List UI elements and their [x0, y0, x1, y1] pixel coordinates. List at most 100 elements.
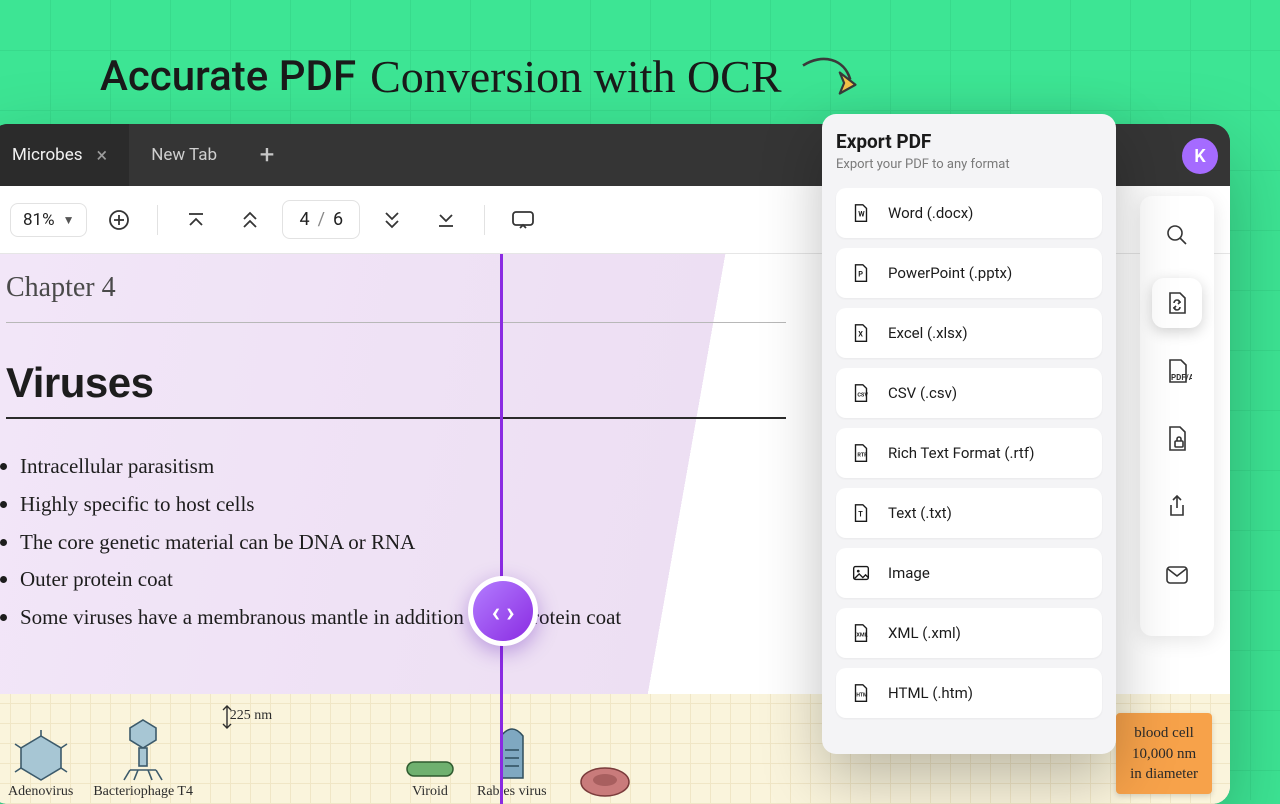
share-tool[interactable] — [1152, 482, 1202, 532]
list-item: Some viruses have a membranous mantle in… — [20, 598, 786, 636]
export-subtitle: Export your PDF to any format — [836, 157, 1102, 172]
user-avatar[interactable]: K — [1182, 138, 1218, 174]
separator — [157, 205, 158, 235]
document-content: Chapter 4 Viruses Intracellular parasiti… — [6, 272, 786, 636]
svg-text:T: T — [858, 510, 863, 519]
list-item: Intracellular parasitism — [20, 447, 786, 485]
diagram-label: Bacteriophage T4 — [93, 784, 193, 800]
format-label: XML (.xml) — [888, 624, 961, 642]
svg-text:CSV: CSV — [857, 393, 868, 399]
format-label: Word (.docx) — [888, 204, 973, 222]
csv-file-icon: CSV — [850, 382, 872, 404]
bullet-list: Intracellular parasitism Highly specific… — [6, 447, 786, 636]
first-page-button[interactable] — [174, 198, 218, 242]
export-option-excel[interactable]: X Excel (.xlsx) — [836, 308, 1102, 358]
card-line: 10,000 nm — [1130, 744, 1198, 764]
zoom-in-button[interactable] — [97, 198, 141, 242]
tab-microbes[interactable]: Microbes × — [0, 124, 129, 186]
export-title: Export PDF — [836, 130, 1102, 153]
list-item: The core genetic material can be DNA or … — [20, 523, 786, 561]
export-option-word[interactable]: W Word (.docx) — [836, 188, 1102, 238]
image-file-icon — [850, 562, 872, 584]
hero-bold: Accurate PDF — [100, 52, 356, 101]
diagram-label: Viroid — [412, 784, 448, 800]
search-icon — [1164, 222, 1190, 248]
page-sep: / — [318, 209, 325, 230]
tab-label: New Tab — [151, 145, 217, 165]
diagram-rabies: Rabies virus — [477, 720, 547, 800]
zoom-dropdown[interactable]: 81% ▼ — [10, 203, 87, 237]
compare-slider-handle[interactable] — [468, 576, 538, 646]
diagram-scale: 225 nm — [213, 702, 273, 748]
diagram-rbc — [575, 754, 635, 800]
close-icon[interactable]: × — [97, 143, 108, 167]
format-label: Excel (.xlsx) — [888, 324, 968, 342]
html-file-icon: HTM — [850, 682, 872, 704]
rtf-file-icon: RTF — [850, 442, 872, 464]
diagram-bacteriophage: Bacteriophage T4 — [93, 716, 193, 800]
scale-label: 225 nm — [230, 708, 272, 724]
prev-page-button[interactable] — [228, 198, 272, 242]
svg-text:P: P — [858, 270, 863, 279]
convert-tool[interactable] — [1152, 278, 1202, 328]
svg-text:X: X — [858, 330, 863, 339]
compare-slider-line — [500, 254, 503, 804]
diagram-rbc-card: blood cell 10,000 nm in diameter — [1116, 713, 1212, 794]
export-option-html[interactable]: HTM HTML (.htm) — [836, 668, 1102, 718]
list-item: Outer protein coat — [20, 560, 786, 598]
format-label: Text (.txt) — [888, 504, 952, 522]
diagram-adenovirus: Adenovirus — [8, 730, 73, 800]
export-format-list: W Word (.docx) P PowerPoint (.pptx) X Ex… — [836, 188, 1102, 718]
caret-down-icon: ▼ — [63, 213, 75, 227]
excel-file-icon: X — [850, 322, 872, 344]
export-option-powerpoint[interactable]: P PowerPoint (.pptx) — [836, 248, 1102, 298]
tab-new[interactable]: New Tab — [129, 124, 239, 186]
avatar-initial: K — [1194, 146, 1205, 167]
curved-arrow-icon — [796, 48, 866, 104]
share-icon — [1164, 493, 1190, 521]
protect-tool[interactable] — [1152, 414, 1202, 464]
powerpoint-file-icon: P — [850, 262, 872, 284]
presentation-button[interactable] — [501, 198, 545, 242]
next-page-button[interactable] — [370, 198, 414, 242]
plus-circle-icon — [107, 208, 131, 232]
page-indicator[interactable]: 4 / 6 — [282, 200, 360, 239]
export-option-rtf[interactable]: RTF Rich Text Format (.rtf) — [836, 428, 1102, 478]
text-file-icon: T — [850, 502, 872, 524]
chevron-top-icon — [184, 208, 208, 232]
word-file-icon: W — [850, 202, 872, 224]
add-tab-button[interactable]: + — [239, 124, 295, 186]
hero-title: Accurate PDF Conversion with OCR — [100, 48, 866, 104]
format-label: PowerPoint (.pptx) — [888, 264, 1012, 282]
export-option-text[interactable]: T Text (.txt) — [836, 488, 1102, 538]
separator — [484, 205, 485, 235]
tab-label: Microbes — [12, 145, 83, 165]
diagram-label: Rabies virus — [477, 784, 547, 800]
last-page-button[interactable] — [424, 198, 468, 242]
pdfa-tool[interactable]: PDF/A — [1152, 346, 1202, 396]
xml-file-icon: XML — [850, 622, 872, 644]
list-item: Highly specific to host cells — [20, 485, 786, 523]
export-option-xml[interactable]: XML XML (.xml) — [836, 608, 1102, 658]
chapter-title: Chapter 4 — [6, 272, 786, 323]
export-option-csv[interactable]: CSV CSV (.csv) — [836, 368, 1102, 418]
card-line: blood cell — [1130, 723, 1198, 743]
svg-text:W: W — [858, 210, 865, 219]
diagram-label: Adenovirus — [8, 784, 73, 800]
presentation-icon — [510, 208, 536, 232]
slider-arrows-icon — [473, 581, 533, 641]
hero-script: Conversion with OCR — [370, 50, 781, 103]
double-chevron-down-icon — [380, 208, 404, 232]
format-label: Image — [888, 564, 930, 582]
page-current: 4 — [299, 209, 309, 230]
chevron-bottom-icon — [434, 208, 458, 232]
section-heading: Viruses — [6, 359, 786, 419]
export-pdf-panel: Export PDF Export your PDF to any format… — [822, 114, 1116, 754]
search-tool[interactable] — [1152, 210, 1202, 260]
svg-text:HTM: HTM — [856, 693, 868, 699]
right-tool-rail: PDF/A — [1140, 196, 1214, 636]
svg-text:RTF: RTF — [857, 453, 867, 459]
format-label: HTML (.htm) — [888, 684, 973, 702]
export-option-image[interactable]: Image — [836, 548, 1102, 598]
mail-tool[interactable] — [1152, 550, 1202, 600]
